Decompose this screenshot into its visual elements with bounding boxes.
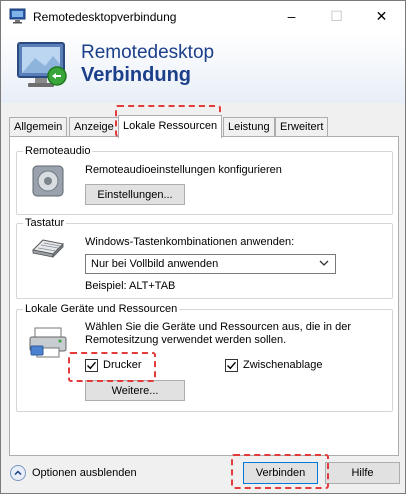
- tastatur-description: Windows-Tastenkombinationen anwenden:: [85, 236, 295, 248]
- groupbox-tastatur: Tastatur Windows-Tastenkombinationen anw…: [16, 217, 393, 299]
- tab-lokale-ressourcen[interactable]: Lokale Ressourcen: [118, 115, 223, 138]
- groupbox-lokale-geraete: Lokale Geräte und Ressourcen Wählen Sie …: [16, 303, 393, 412]
- groupbox-tastatur-title: Tastatur: [23, 217, 67, 229]
- groupbox-remoteaudio-title: Remoteaudio: [23, 145, 93, 157]
- checkmark-icon: [87, 361, 97, 370]
- weitere-button-label: Weitere...: [111, 384, 159, 397]
- tastenkombinationen-select[interactable]: Nur bei Vollbild anwenden: [85, 254, 336, 274]
- geraete-description-line1: Wählen Sie die Geräte und Ressourcen aus…: [85, 321, 351, 333]
- tab-erweitert[interactable]: Erweitert: [275, 117, 329, 137]
- drucker-label[interactable]: Drucker: [103, 359, 142, 371]
- maximize-button[interactable]: ☐: [314, 1, 359, 31]
- tastenkombinationen-selected: Nur bei Vollbild anwenden: [91, 258, 219, 270]
- zwischenablage-label[interactable]: Zwischenablage: [243, 359, 323, 371]
- weitere-button[interactable]: Weitere...: [85, 380, 185, 401]
- einstellungen-button[interactable]: Einstellungen...: [85, 184, 185, 205]
- remote-desktop-app-icon: [9, 8, 26, 24]
- tastatur-example: Beispiel: ALT+TAB: [85, 280, 176, 292]
- title-bar: Remotedesktopverbindung – ☐ ✕: [1, 1, 405, 32]
- einstellungen-button-label: Einstellungen...: [97, 188, 173, 201]
- tab-panel-lokale-ressourcen: Remoteaudio Remoteaudioeinstellungen kon…: [9, 136, 399, 456]
- hilfe-button[interactable]: Hilfe: [325, 462, 400, 484]
- keyboard-icon: [31, 239, 65, 258]
- chevron-down-icon: [319, 260, 329, 266]
- tab-anzeige[interactable]: Anzeige: [69, 117, 119, 137]
- groupbox-lokale-geraete-title: Lokale Geräte und Ressourcen: [23, 303, 180, 315]
- remoteaudio-description: Remoteaudioeinstellungen konfigurieren: [85, 164, 282, 176]
- verbinden-button[interactable]: Verbinden: [243, 462, 318, 484]
- minimize-button[interactable]: –: [269, 1, 314, 31]
- header-banner: Remotedesktop Verbindung: [1, 32, 405, 103]
- zwischenablage-checkbox[interactable]: [225, 359, 238, 372]
- tab-allgemein[interactable]: Allgemein: [9, 117, 68, 137]
- speaker-icon: [32, 165, 64, 197]
- verbinden-button-label: Verbinden: [255, 467, 306, 479]
- remote-desktop-window: Remotedesktopverbindung – ☐ ✕ Remotedesk…: [0, 0, 406, 494]
- banner-title-line2: Verbindung: [81, 64, 191, 86]
- close-button[interactable]: ✕: [359, 1, 404, 31]
- options-toggle-icon[interactable]: [10, 465, 26, 481]
- hilfe-button-label: Hilfe: [351, 467, 374, 479]
- checkmark-icon: [227, 361, 237, 370]
- options-ausblenden-link[interactable]: Optionen ausblenden: [32, 467, 137, 479]
- remote-desktop-monitor-icon: [17, 42, 67, 87]
- printer-devices-icon: [29, 327, 67, 358]
- chevron-up-icon: [14, 470, 22, 476]
- geraete-description-line2: Remotesitzung verwendet werden sollen.: [85, 334, 287, 346]
- banner-title-line1: Remotedesktop: [81, 42, 215, 63]
- tab-strip: Allgemein Anzeige Lokale Ressourcen Leis…: [9, 115, 399, 138]
- drucker-checkbox[interactable]: [85, 359, 98, 372]
- tab-leistung[interactable]: Leistung: [223, 117, 275, 137]
- window-title: Remotedesktopverbindung: [33, 10, 177, 24]
- groupbox-remoteaudio: Remoteaudio Remoteaudioeinstellungen kon…: [16, 145, 393, 215]
